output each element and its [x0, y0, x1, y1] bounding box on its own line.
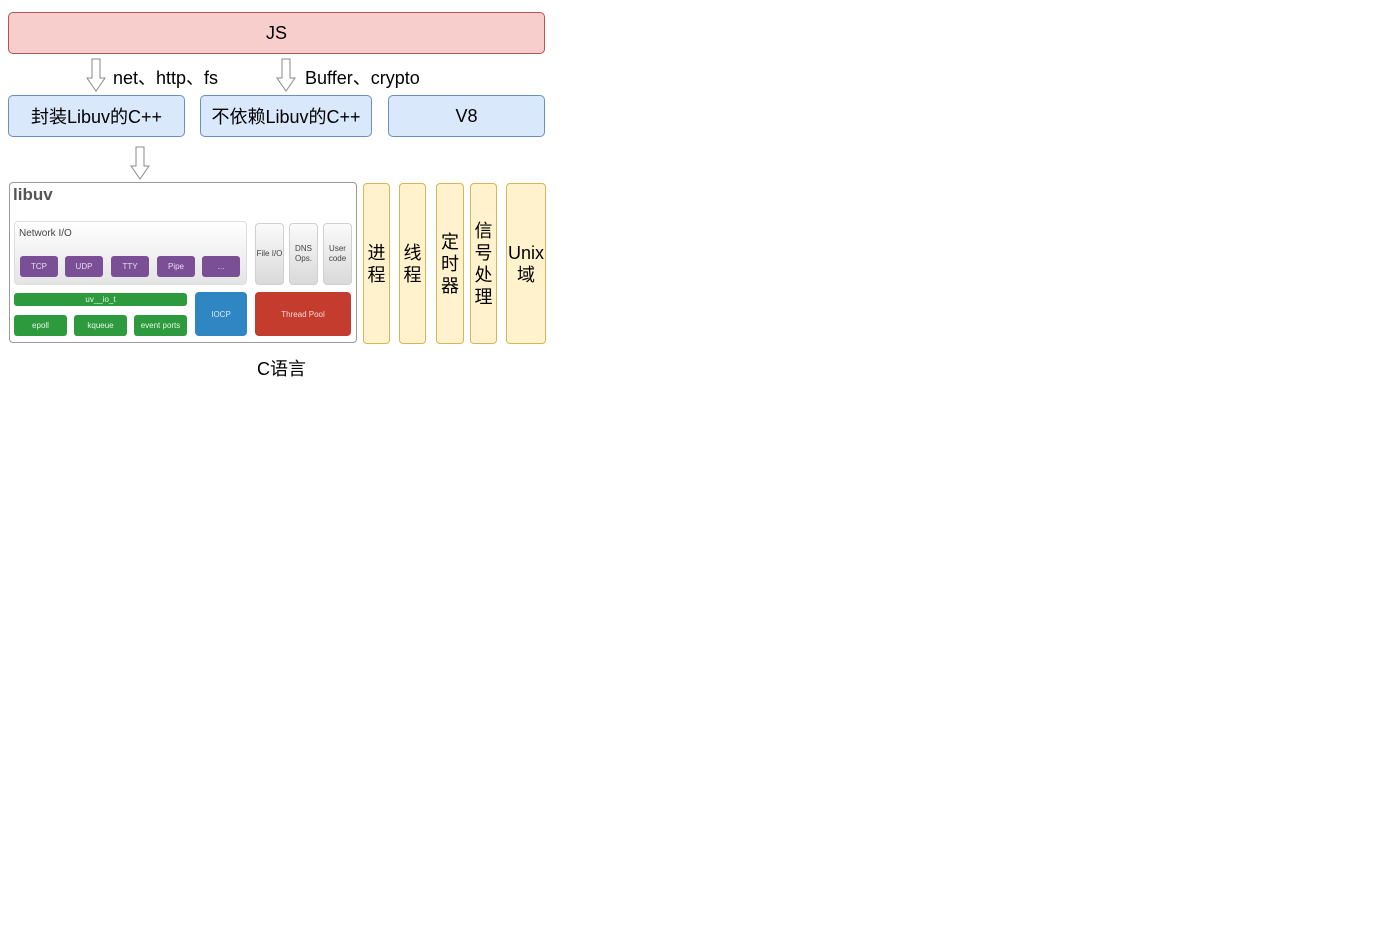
file-io-block: File I/O: [255, 223, 284, 285]
arrow-down-icon: [86, 58, 106, 92]
v8-box: V8: [388, 95, 545, 137]
network-item-udp: UDP: [65, 256, 103, 277]
user-code-block: User code: [323, 223, 352, 285]
edge-label-right: Buffer、crypto: [305, 68, 420, 88]
os-feature-timer-label: 定时器: [441, 231, 459, 296]
os-feature-thread-label: 线程: [403, 242, 422, 285]
os-feature-signal: 信号处理: [470, 183, 497, 344]
no-libuv-cpp-label: 不依赖Libuv的C++: [211, 107, 361, 127]
arrow-down-icon: [276, 58, 296, 92]
os-feature-thread: 线程: [399, 183, 426, 344]
js-layer-label: JS: [265, 22, 287, 43]
js-layer-box: JS: [8, 12, 545, 54]
backend-event-ports: event ports: [134, 315, 187, 336]
iocp-block: IOCP: [195, 292, 247, 336]
network-item-pipe: Pipe: [157, 256, 195, 277]
thread-pool-block: Thread Pool: [255, 292, 351, 336]
os-feature-unix-domain: Unix域: [506, 183, 546, 344]
no-libuv-cpp-box: 不依赖Libuv的C++: [200, 95, 372, 137]
os-feature-process: 进程: [363, 183, 390, 344]
wrap-libuv-cpp-box: 封装Libuv的C++: [8, 95, 185, 137]
os-feature-timer: 定时器: [436, 183, 464, 344]
network-item-tcp: TCP: [20, 256, 58, 277]
os-feature-signal-label: 信号处理: [474, 220, 493, 307]
arrow-down-icon: [130, 146, 150, 180]
uv-io-t-bar: uv__io_t: [14, 293, 187, 306]
user-code-label: User code: [328, 244, 347, 263]
backend-kqueue: kqueue: [74, 315, 127, 336]
backend-epoll: epoll: [14, 315, 67, 336]
dns-ops-block: DNS Ops.: [289, 223, 318, 285]
v8-label: V8: [455, 105, 478, 126]
c-language-caption: C语言: [257, 359, 306, 379]
network-item-tty: TTY: [111, 256, 149, 277]
libuv-title: libuv: [13, 185, 53, 204]
edge-label-left: net、http、fs: [113, 68, 219, 88]
wrap-libuv-cpp-label: 封装Libuv的C++: [30, 107, 163, 127]
network-io-title: Network I/O: [19, 228, 72, 239]
file-io-label: File I/O: [256, 249, 283, 258]
dns-ops-label: DNS Ops.: [295, 244, 312, 263]
os-feature-unix-domain-label: Unix域: [507, 242, 544, 285]
network-item-more: ...: [202, 256, 240, 277]
os-feature-process-label: 进程: [367, 242, 386, 285]
